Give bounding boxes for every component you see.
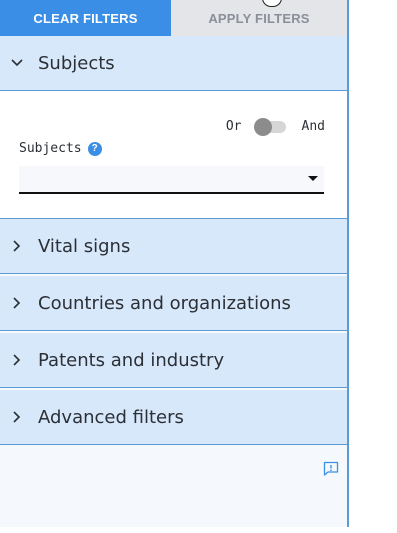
section-label: Patents and industry	[38, 349, 225, 371]
chevron-right-icon	[0, 353, 38, 367]
toggle-left-label: Or	[225, 119, 242, 134]
section-header-patents-and-industry[interactable]: Patents and industry	[0, 333, 347, 388]
section-label: Countries and organizations	[38, 292, 291, 314]
section-header-countries-and-organizations[interactable]: Countries and organizations	[0, 276, 347, 331]
subjects-field-label: Subjects	[19, 141, 82, 156]
toggle-right-label: And	[301, 119, 325, 134]
section-header-subjects[interactable]: Subjects	[0, 36, 347, 91]
toggle-knob	[253, 117, 272, 136]
apply-filters-button[interactable]: APPLY FILTERS	[171, 0, 347, 36]
filter-panel: CLEAR FILTERS APPLY FILTERS Subjects Or …	[0, 0, 349, 527]
chevron-right-icon	[0, 296, 38, 310]
subjects-field-label-row: Subjects ?	[19, 141, 102, 156]
logic-toggle-row: Or And	[225, 117, 325, 136]
section-label: Subjects	[38, 52, 115, 74]
subjects-select[interactable]	[19, 166, 324, 194]
section-header-vital-signs[interactable]: Vital signs	[0, 219, 347, 274]
section-header-advanced-filters[interactable]: Advanced filters	[0, 390, 347, 445]
section-label: Advanced filters	[38, 406, 184, 428]
chevron-down-icon	[0, 56, 38, 70]
help-icon[interactable]: ?	[87, 141, 102, 156]
clear-filters-button[interactable]: CLEAR FILTERS	[0, 0, 171, 36]
section-label: Vital signs	[38, 235, 131, 257]
feedback-icon[interactable]	[323, 461, 339, 477]
filter-toolbar: CLEAR FILTERS APPLY FILTERS	[0, 0, 347, 36]
chevron-right-icon	[0, 410, 38, 424]
chevron-right-icon	[0, 239, 38, 253]
subjects-panel: Or And Subjects ?	[0, 91, 347, 219]
or-and-toggle[interactable]	[253, 117, 286, 136]
dropdown-arrow-icon	[308, 176, 318, 181]
